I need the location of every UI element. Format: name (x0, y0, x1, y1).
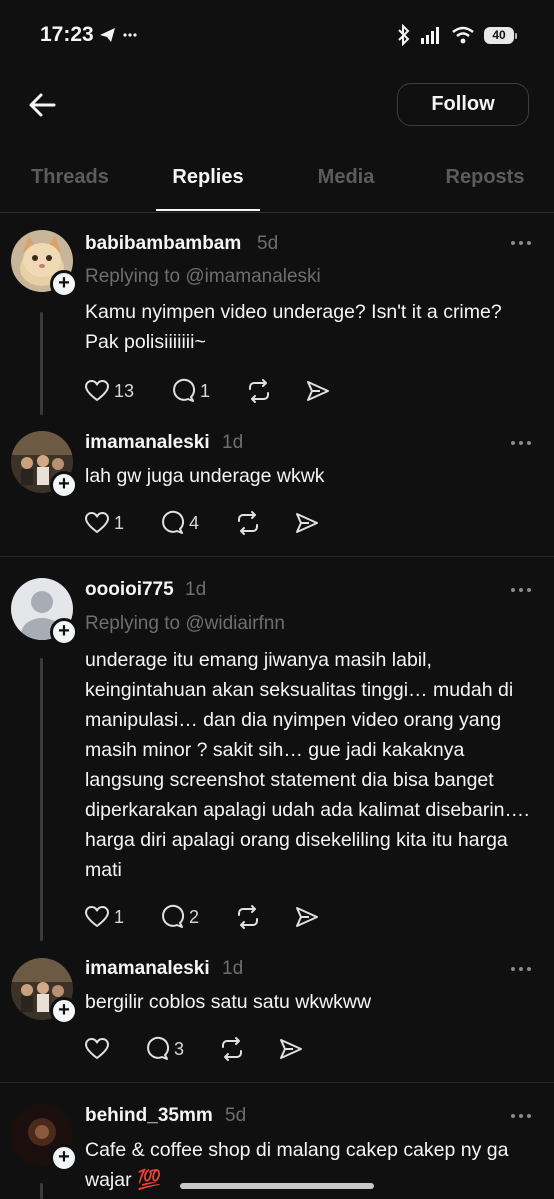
heart-icon (85, 512, 109, 533)
comment-icon (173, 378, 196, 402)
more-dots-icon[interactable] (510, 440, 532, 446)
post-text: lah gw juga underage wkwk (85, 465, 325, 487)
replying-to[interactable]: Replying to @widiairfnn (85, 613, 285, 635)
heart-icon (85, 1038, 109, 1059)
post-time: 5d (257, 233, 279, 254)
status-bar: 17:23 40 (0, 0, 554, 70)
comment-icon (162, 904, 185, 928)
repost-button[interactable] (235, 510, 261, 536)
thread-line (40, 658, 43, 941)
send-icon (296, 513, 318, 533)
send-icon (296, 907, 318, 927)
replying-to[interactable]: Replying to @imamanaleski (85, 266, 321, 288)
repost-icon (222, 1037, 242, 1061)
post-time: 1d (185, 579, 207, 600)
signal-icon (421, 27, 439, 44)
reply-count: 2 (189, 906, 200, 927)
thread-line (40, 1183, 43, 1199)
more-dots-icon[interactable] (510, 1113, 532, 1119)
comment-icon (147, 1036, 170, 1060)
telegram-icon (98, 26, 138, 49)
username[interactable]: babibambambam (85, 233, 241, 255)
like-count: 1 (114, 512, 125, 533)
share-button[interactable] (294, 510, 320, 536)
divider (0, 1082, 554, 1083)
status-icons: 40 (397, 22, 517, 48)
thread-line (40, 312, 43, 415)
more-dots-icon[interactable] (510, 587, 532, 593)
like-button[interactable]: 1 (84, 904, 124, 930)
home-indicator[interactable] (180, 1183, 374, 1189)
username[interactable]: oooioi775 (85, 579, 174, 601)
repost-icon (249, 379, 269, 403)
like-count: 1 (114, 906, 125, 927)
profile-tabs: Threads Replies Media Reposts (0, 150, 554, 213)
repost-button[interactable] (235, 904, 261, 930)
divider (0, 556, 554, 557)
like-button[interactable]: 1 (84, 510, 124, 536)
follow-plus-icon[interactable]: + (50, 270, 78, 298)
send-icon (280, 1039, 302, 1059)
follow-plus-icon[interactable]: + (50, 471, 78, 499)
follow-button[interactable]: Follow (397, 83, 529, 126)
follow-plus-icon[interactable]: + (50, 997, 78, 1025)
reply-button[interactable]: 3 (144, 1036, 184, 1062)
repost-icon (238, 511, 258, 535)
active-tab-indicator (156, 209, 260, 211)
status-time: 17:23 (40, 23, 94, 46)
share-button[interactable] (305, 378, 331, 404)
username[interactable]: behind_35mm (85, 1105, 213, 1127)
like-count: 13 (114, 380, 135, 401)
tab-media[interactable]: Media (318, 166, 375, 189)
more-dots-icon[interactable] (510, 240, 532, 246)
post-time: 1d (222, 432, 244, 453)
wifi-icon (452, 26, 474, 44)
repost-icon (238, 905, 258, 929)
bluetooth-icon (398, 24, 410, 46)
repost-button[interactable] (219, 1036, 245, 1062)
back-arrow-icon[interactable] (26, 88, 60, 122)
comment-icon (162, 510, 185, 534)
heart-icon (85, 380, 109, 401)
post-text: Kamu nyimpen video underage? Isn't it a … (85, 301, 502, 353)
like-button[interactable]: 13 (84, 378, 134, 404)
username[interactable]: imamanaleski (85, 958, 210, 980)
post-time: 1d (222, 958, 244, 979)
reply-count: 4 (189, 512, 200, 533)
tab-reposts[interactable]: Reposts (446, 166, 525, 189)
post-text: Cafe & coffee shop di malang cakep cakep… (85, 1139, 509, 1191)
follow-plus-icon[interactable]: + (50, 618, 78, 646)
share-button[interactable] (294, 904, 320, 930)
reply-button[interactable]: 2 (159, 904, 199, 930)
follow-plus-icon[interactable]: + (50, 1144, 78, 1172)
reply-count: 1 (200, 380, 211, 401)
tab-threads[interactable]: Threads (31, 166, 109, 189)
more-dots-icon[interactable] (510, 966, 532, 972)
tab-replies[interactable]: Replies (172, 166, 243, 189)
repost-button[interactable] (246, 378, 272, 404)
send-icon (307, 381, 329, 401)
heart-icon (85, 906, 109, 927)
reply-button[interactable]: 1 (170, 378, 210, 404)
post-text: underage itu emang jiwanya masih labil, … (85, 649, 530, 881)
username[interactable]: imamanaleski (85, 432, 210, 454)
battery-icon: 40 (484, 26, 517, 44)
like-button[interactable] (84, 1036, 114, 1062)
post-text: bergilir coblos satu satu wkwkww (85, 991, 372, 1013)
reply-button[interactable]: 4 (159, 510, 199, 536)
post-time: 5d (225, 1105, 247, 1126)
share-button[interactable] (278, 1036, 304, 1062)
reply-count: 3 (174, 1038, 185, 1059)
